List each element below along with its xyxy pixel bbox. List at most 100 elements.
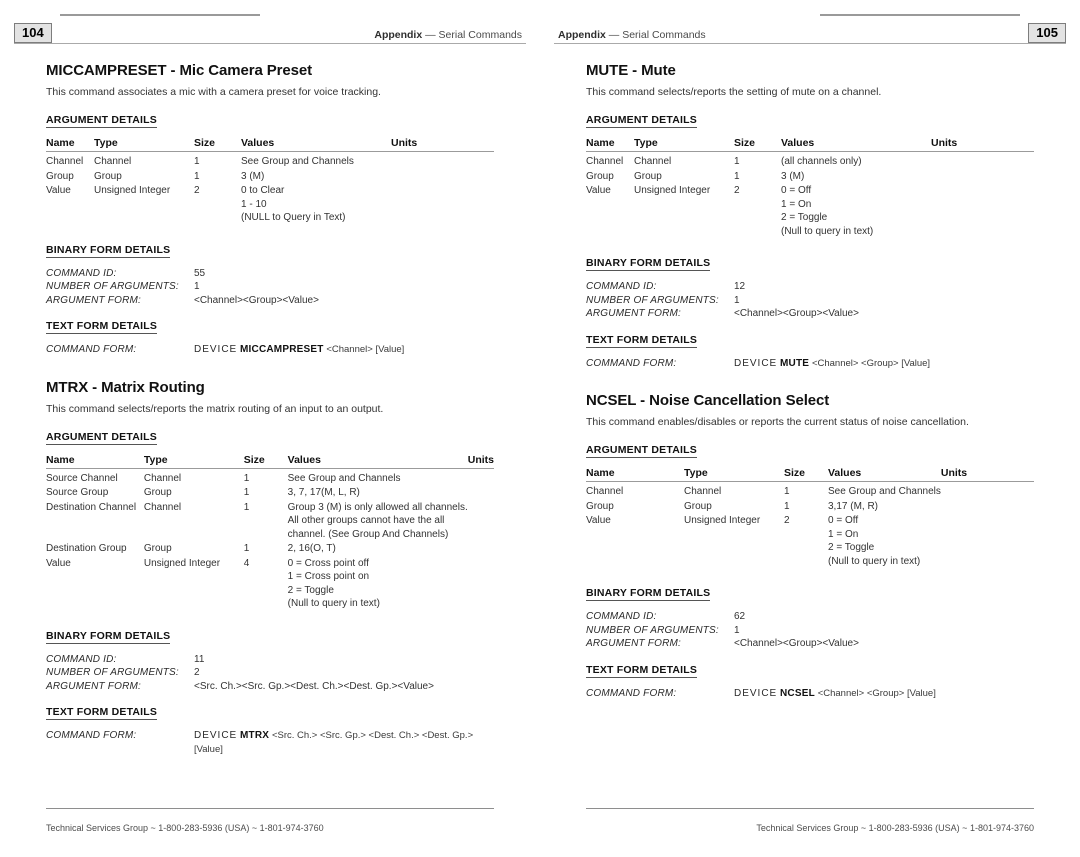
cell-values: See Group and Channels <box>828 482 941 499</box>
page-footer: Technical Services Group ~ 1-800-283-593… <box>586 808 1034 833</box>
column-header-size: Size <box>243 453 288 469</box>
value-line: (Null to query in text) <box>828 555 921 567</box>
cell-name: Channel <box>586 486 624 497</box>
cell-size: 1 <box>784 500 790 512</box>
column-header-name: Name <box>46 137 94 152</box>
binary-form-heading: BINARY FORM DETAILS <box>46 243 171 258</box>
cell-values: 0 = Off 1 = On 2 = Toggle (Null to query in… <box>828 513 941 568</box>
cell-name: Destination Channel <box>46 501 137 513</box>
column-header-values: Values <box>241 137 391 152</box>
value-line: 1 = On <box>828 528 859 540</box>
column-header-units: Units <box>391 137 494 152</box>
command-form-key: COMMAND FORM: <box>586 687 677 699</box>
values-lines: 2, 16(O, T) <box>288 542 468 556</box>
cell-units <box>391 152 494 169</box>
running-head-prefix: Appendix <box>558 29 606 41</box>
cell-type: Channel <box>684 486 722 497</box>
binary-detail-key: COMMAND ID: <box>586 281 657 292</box>
values-lines: 3, 7, 17(M, L, R) <box>288 486 468 500</box>
binary-detail-key: COMMAND ID: <box>586 611 657 622</box>
command-form-key: COMMAND FORM: <box>586 357 677 369</box>
command-form-args: <Channel> <Group> [Value] <box>817 687 936 699</box>
binary-form-heading: BINARY FORM DETAILS <box>586 257 711 271</box>
running-head-dash: — <box>422 29 439 41</box>
argument-details-heading: ARGUMENT DETAILS <box>46 114 157 128</box>
command-form-args: <Channel> <Group> [Value] <box>811 357 931 369</box>
binary-form-list: COMMAND ID: 12 NUMBER OF ARGUMENTS: 1 ARGUME… <box>586 280 1034 321</box>
cell-units <box>468 500 494 542</box>
command-form-key: COMMAND FORM: <box>46 344 137 355</box>
table-header-row: Name Type Size Values Units <box>586 137 1034 152</box>
cell-type: Group <box>684 500 712 512</box>
text-form-list: COMMAND FORM: DEVICE MUTE <Channel> <Grou… <box>586 357 1034 371</box>
cell-type: Channel <box>143 501 182 513</box>
cell-type: Group <box>94 170 122 182</box>
value-line: See Group and Channels <box>828 486 941 497</box>
binary-form-section: BINARY FORM DETAILS <box>586 583 1034 607</box>
value-line: See Group and Channels <box>287 472 401 484</box>
command-description: This command selects/reports the setting… <box>586 86 882 98</box>
column-header-name: Name <box>46 453 144 469</box>
text-form-heading: TEXT FORM DETAILS <box>46 320 158 334</box>
running-head: 104 Appendix — Serial Commands <box>14 14 526 44</box>
value-line: 3,17 (M, R) <box>828 500 879 512</box>
table-row: Channel Channel 1 (all channels only) <box>586 152 1034 169</box>
cell-values: 2, 16(O, T) <box>288 541 468 556</box>
values-lines: See Group and Channels <box>288 472 468 486</box>
argument-table: Name Type Size Values Units Channel Channel 1 Se… <box>586 467 1034 568</box>
cell-name: Group <box>586 170 614 182</box>
page-104: 104 Appendix — Serial Commands MICCAMPRESE… <box>0 0 540 857</box>
argument-details-section: ARGUMENT DETAILS <box>46 427 494 451</box>
values-lines: 3,17 (M, R) <box>828 500 941 514</box>
table-row: Destination Channel Channel 1 Group 3 (M) i… <box>46 500 494 542</box>
binary-detail-row: ARGUMENT FORM: <Channel><Group><Value> <box>46 294 494 308</box>
argument-table-head: Name Type Size Values Units <box>46 137 494 152</box>
running-head-dash: — <box>605 29 623 41</box>
cell-name: Source Group <box>46 487 109 498</box>
binary-detail-value: <Channel><Group><Value> <box>734 638 859 649</box>
footer-rule <box>586 808 1034 809</box>
page-content: MUTE - Mute This command selects/reports … <box>540 62 1080 700</box>
cell-type: Unsigned Integer <box>143 557 221 569</box>
cell-name: Destination Group <box>46 543 127 554</box>
argument-table: Name Type Size Values Units Channel Channel 1 (a… <box>586 137 1034 238</box>
cell-size: 2 <box>194 185 200 196</box>
cell-units <box>468 468 494 485</box>
column-header-units: Units <box>467 453 494 469</box>
value-line: 3 (M) <box>781 170 805 182</box>
cell-size: 1 <box>243 501 250 513</box>
table-row: Group Group 1 3 (M) <box>46 169 494 184</box>
binary-detail-key: COMMAND ID: <box>46 267 117 279</box>
value-line: channel. (See Group And Channels) <box>287 528 449 540</box>
binary-form-list: COMMAND ID: 62 NUMBER OF ARGUMENTS: 1 ARGUME… <box>586 610 1034 651</box>
header-bottom-rule <box>14 43 526 44</box>
text-form-list: COMMAND FORM: DEVICE MTRX <Src. Ch.> <Src… <box>46 729 494 756</box>
cell-size: 1 <box>784 486 790 497</box>
cell-values: (all channels only) <box>781 152 931 169</box>
column-header-values: Values <box>828 467 941 482</box>
cell-units <box>468 485 494 500</box>
cell-units <box>391 169 494 184</box>
cell-type: Unsigned Integer <box>684 515 761 526</box>
command-form-name: MICCAMPRESET <box>240 344 324 355</box>
command-form-row: COMMAND FORM: DEVICE NCSEL <Channel> <Gro… <box>586 687 1034 701</box>
footer-rule <box>46 808 494 809</box>
column-header-size: Size <box>194 137 241 152</box>
binary-detail-value: 1 <box>734 294 740 306</box>
cell-size: 1 <box>734 156 740 167</box>
command-form-value: DEVICE NCSEL <Channel> <Group> [Value] <box>734 687 936 701</box>
running-head-prefix: Appendix <box>374 29 423 41</box>
values-lines: 0 = Off 1 = On 2 = Toggle (Null to query in… <box>828 514 941 568</box>
command-form-name: MTRX <box>240 730 270 741</box>
binary-detail-value: 55 <box>194 267 206 279</box>
column-header-units: Units <box>940 467 1034 482</box>
values-lines: (all channels only) <box>781 155 931 169</box>
argument-table-body: Source Channel Channel 1 See Group and Chan… <box>46 468 494 611</box>
cell-size: 2 <box>784 515 790 526</box>
binary-form-section: BINARY FORM DETAILS <box>46 626 494 650</box>
